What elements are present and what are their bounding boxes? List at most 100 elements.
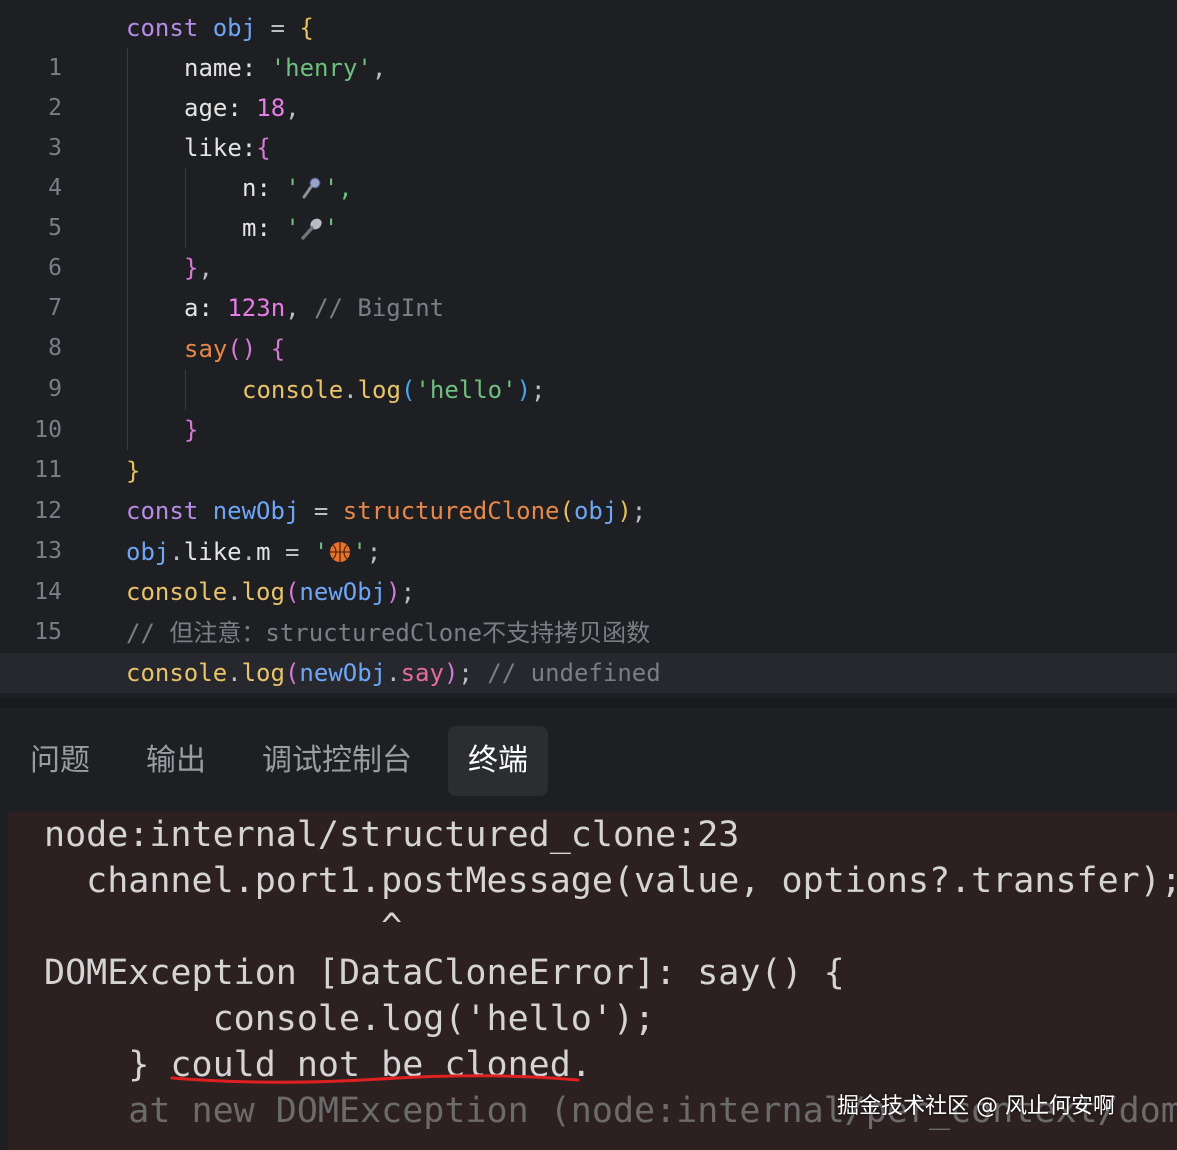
paren: (: [284, 659, 300, 687]
panel-divider[interactable]: [0, 698, 1177, 708]
punct: ,: [285, 94, 300, 122]
terminal-line: console.log('hello');: [44, 999, 656, 1039]
argument: newObj: [299, 659, 387, 687]
property-key: like:: [184, 134, 257, 162]
punct: ,: [285, 294, 315, 322]
brace: }: [184, 416, 199, 444]
microphone-emoji-icon: [301, 218, 322, 240]
function-call: log: [241, 578, 285, 606]
punct: ;: [458, 659, 488, 687]
punct: ;: [366, 538, 382, 566]
function-call: log: [357, 376, 401, 404]
operator: =: [270, 538, 314, 566]
panel-tab-bar: 问题 输出 调试控制台 终端: [0, 708, 1177, 812]
string: ',: [323, 174, 353, 202]
code-line[interactable]: 16 // 但注意：structuredClone不支持拷贝函数: [0, 613, 1177, 686]
property-key: name:: [184, 54, 271, 82]
string: 'henry': [270, 54, 372, 82]
code-line[interactable]: 13 const newObj = structuredClone(obj);: [0, 491, 1177, 564]
code-line[interactable]: 6 m: ' ': [0, 208, 1177, 281]
dot: .: [227, 578, 242, 606]
dot: .: [227, 659, 242, 687]
string: ': [285, 214, 300, 242]
punct: ,: [198, 254, 213, 282]
object: console: [126, 659, 228, 687]
operator: =: [299, 497, 343, 525]
microphone-emoji-icon: [302, 177, 321, 199]
string: ': [313, 538, 329, 566]
function-call: structuredClone: [342, 497, 560, 525]
string: ': [352, 538, 367, 566]
tab-debug-console[interactable]: 调试控制台: [242, 726, 432, 796]
code-line[interactable]: 3 age: 18,: [0, 88, 1177, 161]
code-line[interactable]: 1 const obj = {: [0, 8, 1177, 81]
brace: {: [299, 14, 314, 42]
tab-terminal[interactable]: 终端: [448, 726, 548, 796]
watermark: 掘金技术社区 @ 风止何安啊: [837, 1094, 1115, 1119]
dot: .: [169, 538, 184, 566]
function-call: log: [241, 659, 285, 687]
code-line[interactable]: 12 }: [0, 451, 1177, 524]
tab-output[interactable]: 输出: [126, 726, 226, 796]
code-line[interactable]: 15 console.log(newObj);: [0, 572, 1177, 645]
paren: ): [443, 659, 459, 687]
property-key: m:: [242, 214, 286, 242]
property: say: [400, 659, 444, 687]
terminal-line: channel.port1.postMessage(value, options…: [44, 861, 1177, 901]
dot: .: [241, 538, 257, 566]
code-line[interactable]: 14 obj.like.m = ' ';: [0, 532, 1177, 605]
code-line-active[interactable]: 17 console.log(newObj.say); // undefined: [0, 653, 1177, 693]
code-line[interactable]: 9 say() {: [0, 329, 1177, 402]
property-key: age:: [184, 94, 257, 122]
code-line[interactable]: 2 name: 'henry',: [0, 48, 1177, 121]
code-line[interactable]: 7 },: [0, 248, 1177, 321]
dot: .: [386, 659, 401, 687]
object: console: [242, 376, 344, 404]
paren: ): [386, 578, 401, 606]
string: 'hello': [415, 376, 517, 404]
property: like: [183, 538, 242, 566]
code-line[interactable]: 4 like:{: [0, 128, 1177, 201]
paren: (: [284, 578, 300, 606]
code-line[interactable]: 11 }: [0, 410, 1177, 483]
code-line[interactable]: 5 n: ' ',: [0, 168, 1177, 241]
argument: newObj: [299, 578, 387, 606]
operator: =: [256, 14, 300, 42]
variable: obj: [212, 14, 257, 42]
paren: ): [617, 497, 632, 525]
property: m: [256, 538, 271, 566]
terminal-line: DOMException [DataCloneError]: say() {: [44, 953, 845, 993]
string: ': [285, 174, 300, 202]
property-key: a:: [184, 294, 228, 322]
keyword: const: [126, 14, 199, 42]
comment: // undefined: [487, 659, 661, 687]
terminal-line: node:internal/structured_clone:23: [44, 815, 740, 855]
punct: ;: [400, 578, 416, 606]
object: console: [126, 578, 228, 606]
brace: {: [256, 134, 271, 162]
variable: newObj: [212, 497, 300, 525]
comment: // 但注意：structuredClone不支持拷贝函数: [126, 619, 651, 647]
keyword: const: [126, 497, 199, 525]
number: 18: [256, 94, 286, 122]
punct: ;: [631, 497, 647, 525]
code-line[interactable]: 8 a: 123n, // BigInt: [0, 288, 1177, 361]
tab-problems[interactable]: 问题: [10, 726, 110, 796]
paren: (): [227, 335, 257, 363]
paren: (: [559, 497, 574, 525]
paren: ): [516, 376, 532, 404]
dot: .: [343, 376, 358, 404]
brace: }: [126, 457, 141, 485]
punct: ;: [531, 376, 546, 404]
paren: (: [400, 376, 416, 404]
basketball-emoji-icon: [330, 542, 351, 562]
property-key: n:: [242, 174, 286, 202]
brace: }: [184, 254, 199, 282]
brace: {: [270, 335, 286, 363]
code-editor[interactable]: 1 const obj = { 2 name: 'henry', 3 age: …: [0, 0, 1177, 698]
comment: // BigInt: [314, 294, 445, 322]
variable: obj: [126, 538, 170, 566]
error-underline: [170, 1074, 580, 1084]
code-line[interactable]: 10 console.log('hello');: [0, 370, 1177, 443]
